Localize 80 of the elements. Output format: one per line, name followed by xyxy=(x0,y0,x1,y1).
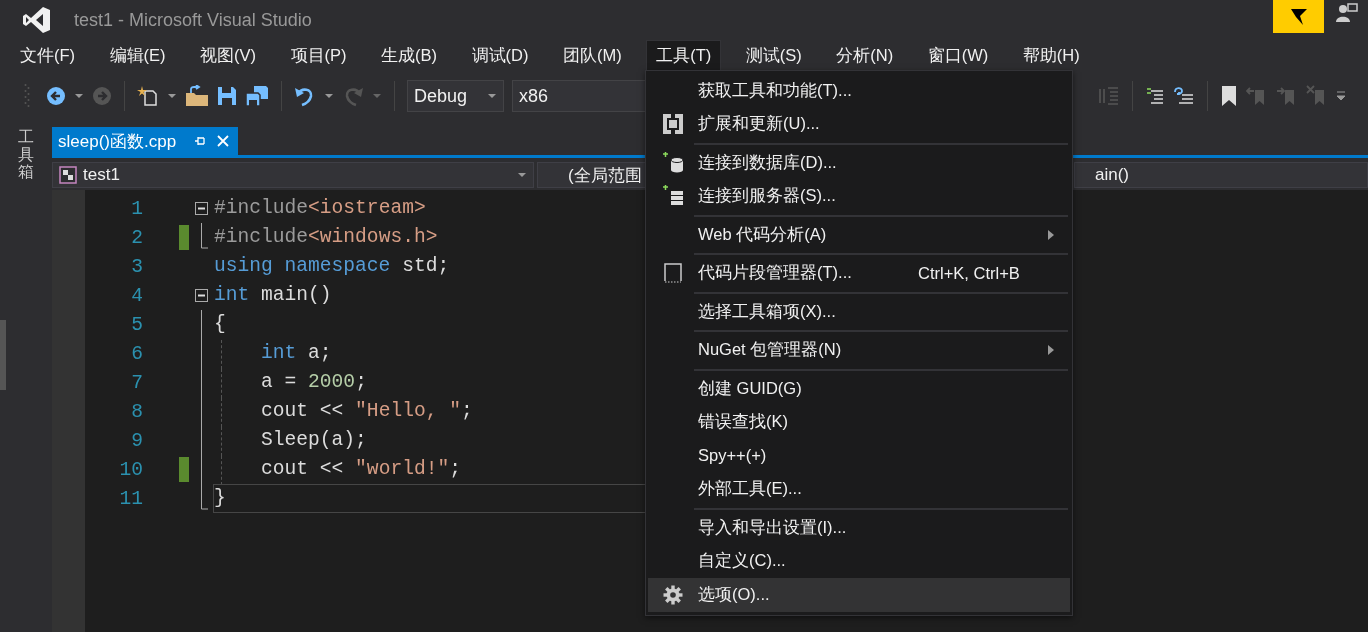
line-number: 3 xyxy=(130,255,143,278)
menu-item[interactable]: 视图(V) xyxy=(190,39,267,73)
pin-icon[interactable] xyxy=(194,135,207,147)
menu-item[interactable]: 生成(B) xyxy=(371,39,448,73)
toolbox-tab[interactable]: 工具箱 xyxy=(18,128,34,181)
code-line: { xyxy=(213,312,227,337)
line-number: 11 xyxy=(118,487,143,510)
caret-icon xyxy=(517,172,527,178)
menu-item[interactable]: NuGet 包管理器(N) xyxy=(648,333,1070,367)
menu-item[interactable]: 编辑(E) xyxy=(99,39,176,73)
project-dropdown[interactable]: test1 xyxy=(52,162,534,188)
caret-icon xyxy=(487,93,497,99)
menu-item[interactable]: 连接到数据库(D)... xyxy=(648,146,1070,180)
menu-item[interactable]: 工具(T) xyxy=(646,39,722,73)
code-line: a = 2000; xyxy=(213,368,372,397)
menu-item[interactable]: 创建 GUID(G) xyxy=(648,372,1070,406)
close-icon[interactable] xyxy=(216,134,231,148)
menu-item[interactable]: 文件(F) xyxy=(10,39,86,73)
bookmark-icon[interactable] xyxy=(1220,85,1238,107)
code-line: #include<windows.h> xyxy=(213,225,439,250)
caret-icon[interactable] xyxy=(372,93,382,99)
app-logo-icon xyxy=(22,5,52,35)
line-number: 5 xyxy=(130,313,143,336)
database-icon xyxy=(662,151,684,174)
tab-label[interactable]: sleep()函数.cpp xyxy=(58,129,177,153)
line-number: 6 xyxy=(130,342,143,365)
feedback-button[interactable] xyxy=(1273,0,1324,33)
save-icon[interactable] xyxy=(217,86,237,106)
uncomment-icon[interactable] xyxy=(1173,86,1195,106)
new-project-icon[interactable] xyxy=(137,85,159,107)
menu-item[interactable]: 自定义(C)... xyxy=(648,544,1070,578)
save-all-icon[interactable] xyxy=(245,85,269,107)
snippet-icon xyxy=(664,263,682,284)
window-title: test1 - Microsoft Visual Studio xyxy=(74,9,312,31)
menu-item[interactable]: 团队(M) xyxy=(553,39,632,73)
code-line: using namespace std; xyxy=(213,254,451,279)
menu-item[interactable]: 项目(P) xyxy=(280,39,357,73)
configuration-dropdown[interactable]: Debug xyxy=(407,80,504,112)
shortcut-text: Ctrl+K, Ctrl+B xyxy=(918,263,1020,283)
code-line: cout << "world!"; xyxy=(213,455,466,484)
member-dropdown[interactable]: ain() xyxy=(1074,162,1368,188)
project-icon xyxy=(59,166,77,184)
menu-item[interactable]: 窗口(W) xyxy=(917,39,999,73)
code-line: Sleep(a); xyxy=(213,426,372,455)
menu-item[interactable]: 错误查找(K) xyxy=(648,405,1070,439)
code-line: int main() xyxy=(213,283,333,308)
menu-item[interactable]: 调试(D) xyxy=(461,39,539,73)
menu-item[interactable]: 分析(N) xyxy=(826,39,904,73)
menu-item[interactable]: 导入和导出设置(I)... xyxy=(648,511,1070,545)
folder-icon[interactable] xyxy=(185,85,209,107)
line-number: 1 xyxy=(130,197,143,220)
line-number: 2 xyxy=(130,226,143,249)
caret-icon[interactable] xyxy=(167,93,177,99)
line-number: 9 xyxy=(130,429,143,452)
caret-icon[interactable] xyxy=(324,93,334,99)
document-tab[interactable]: sleep()函数.cpp xyxy=(52,127,239,155)
code-line: #include<iostream> xyxy=(213,196,427,221)
overflow-icon[interactable] xyxy=(1336,91,1346,101)
menu-item[interactable]: 测试(S) xyxy=(735,39,812,73)
line-number: 8 xyxy=(130,400,143,423)
menu-item[interactable]: 代码片段管理器(T)... Ctrl+K, Ctrl+B xyxy=(648,256,1070,290)
menu-item[interactable]: Web 代码分析(A) xyxy=(648,218,1070,252)
caret-icon[interactable] xyxy=(74,93,84,99)
line-number: 10 xyxy=(118,458,143,481)
code-line: int a; xyxy=(213,339,337,368)
comment-icon[interactable] xyxy=(1145,86,1165,106)
back-icon[interactable] xyxy=(46,86,66,106)
extensions-icon xyxy=(662,113,684,136)
server-icon xyxy=(662,185,684,208)
menu-item[interactable]: 连接到服务器(S)... xyxy=(648,179,1070,213)
line-number: 7 xyxy=(130,371,143,394)
menu-item[interactable]: 选择工具箱项(X)... xyxy=(648,295,1070,329)
menu-item[interactable]: Spy++(+) xyxy=(648,439,1070,473)
code-line: cout << "Hello, "; xyxy=(213,397,478,426)
toolbar-grip-icon xyxy=(24,83,30,109)
line-number: 4 xyxy=(130,284,143,307)
settings-icon xyxy=(663,584,683,605)
menu-item[interactable]: 帮助(H) xyxy=(1012,39,1090,73)
project-name: test1 xyxy=(83,165,120,185)
menu-item[interactable]: 选项(O)... xyxy=(648,578,1070,612)
